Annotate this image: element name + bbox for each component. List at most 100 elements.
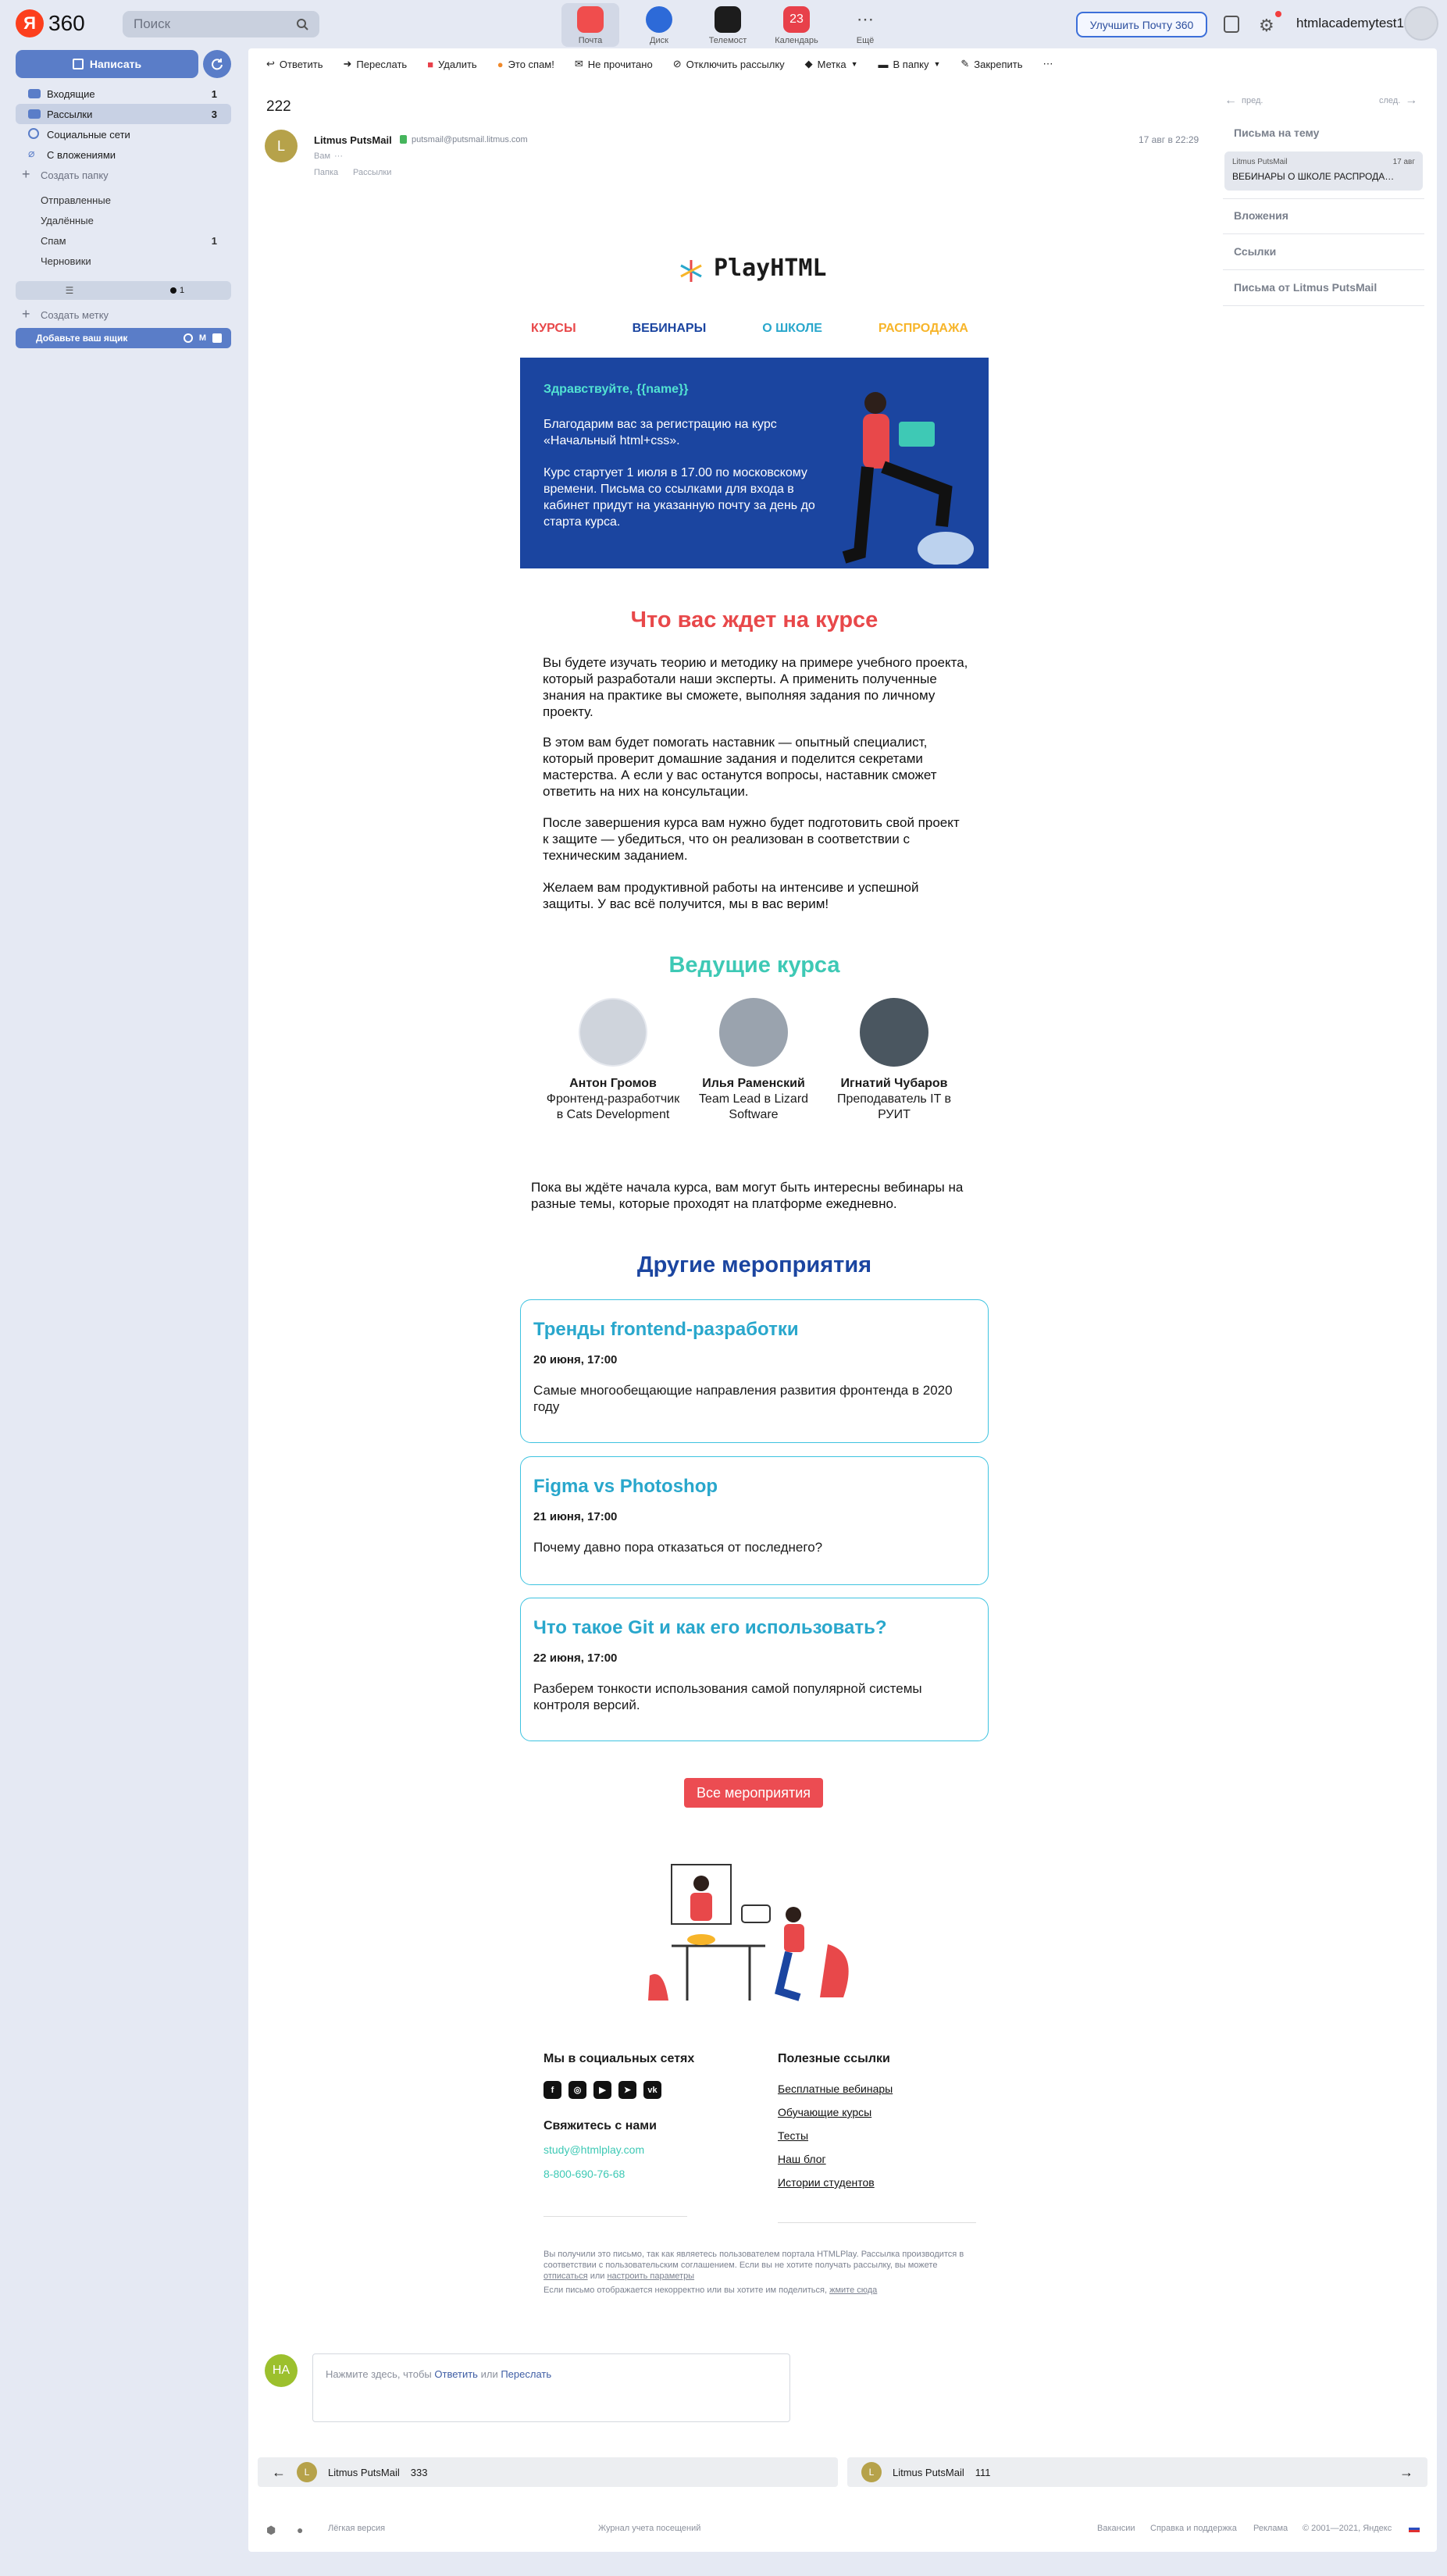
thread-message[interactable]: Litmus PutsMail 17 авг ВЕБИНАРЫ О ШКОЛЕ Р… (1224, 151, 1423, 191)
contact-email[interactable]: study@htmlplay.com (544, 2143, 644, 2156)
instagram-icon[interactable]: ◎ (568, 2081, 586, 2099)
event-title[interactable]: Тренды frontend-разработки (533, 1319, 975, 1341)
telegram-icon[interactable]: ➤ (618, 2081, 636, 2099)
service-disk[interactable]: Диск (630, 3, 688, 47)
menu-sale[interactable]: РАСПРОДАЖА (879, 322, 968, 336)
compose-button[interactable]: Написать (16, 50, 198, 78)
language-flag-icon[interactable] (1409, 2525, 1420, 2532)
event-date: 20 июня, 17:00 (533, 1353, 618, 1366)
prev-message-bar[interactable]: ← L Litmus PutsMail 333 (258, 2457, 838, 2487)
footer-link[interactable]: Истории студентов (778, 2176, 875, 2189)
lead-photo (579, 998, 647, 1067)
events-section-title: Другие мероприятия (636, 1252, 872, 1277)
forward-link[interactable]: Переслать (501, 2368, 551, 2380)
add-mailbox-button[interactable]: Добавьте ваш ящик M (16, 328, 231, 348)
yandex-360-logo[interactable]: Я 360 (16, 9, 85, 37)
folder-spam[interactable]: Спам 1 (16, 230, 231, 251)
light-version-link[interactable]: Лёгкая версия (328, 2524, 385, 2533)
footer-link[interactable]: Тесты (778, 2129, 808, 2142)
list-toggle-icon[interactable]: ☰ (16, 285, 123, 296)
recipient-value[interactable]: ··· (334, 151, 343, 161)
folder-deleted[interactable]: Удалённые (16, 210, 231, 230)
unsubscribe-link[interactable]: отписаться (544, 2271, 588, 2281)
service-telemost[interactable]: Телемост (699, 3, 757, 47)
brand-name[interactable]: PlayHTML (714, 255, 827, 282)
menu-about[interactable]: О ШКОЛЕ (762, 322, 822, 336)
folder-sent[interactable]: Отправленные (16, 190, 231, 210)
toolbar-label: Метка (817, 58, 846, 70)
folder-newsletters[interactable]: Рассылки 3 (16, 104, 231, 124)
email-menu: КУРСЫ ВЕБИНАРЫ О ШКОЛЕ РАСПРОДАЖА (531, 322, 968, 336)
visit-log-link[interactable]: Журнал учета посещений (598, 2524, 700, 2533)
pin-button[interactable]: ✎ Закрепить (961, 58, 1022, 70)
event-card[interactable]: Тренды frontend-разработки 20 июня, 17:0… (520, 1299, 989, 1443)
menu-webinars[interactable]: ВЕБИНАРЫ (633, 322, 707, 336)
paperclip-icon: ⌀ (28, 147, 35, 159)
move-to-folder-button[interactable]: ▬ В папку ▼ (879, 59, 941, 70)
vk-icon[interactable]: vk (643, 2081, 661, 2099)
reply-button[interactable]: ↩ Ответить (266, 58, 323, 70)
event-card[interactable]: Figma vs Photoshop 21 июня, 17:00 Почему… (520, 1456, 989, 1585)
youtube-icon[interactable]: ▶ (593, 2081, 611, 2099)
compose-icon (72, 59, 84, 69)
upgrade-button[interactable]: Улучшить Почту 360 (1076, 12, 1207, 37)
all-events-button[interactable]: Все мероприятия (684, 1778, 823, 1808)
service-mail[interactable]: Почта (561, 3, 619, 47)
footer-link-help[interactable]: Справка и поддержка (1150, 2524, 1237, 2533)
user-avatar[interactable] (1404, 6, 1438, 41)
event-title[interactable]: Что такое Git и как его использовать? (533, 1617, 975, 1639)
folder-social[interactable]: Социальные сети (16, 124, 231, 144)
footer-link[interactable]: Наш блог (778, 2153, 826, 2165)
label-button[interactable]: ◆ Метка ▼ (805, 58, 858, 70)
footer-link[interactable]: Бесплатные вебинары (778, 2083, 893, 2095)
view-online-link[interactable]: жмите сюда (829, 2286, 877, 2295)
prev-message-button[interactable]: ← пред. (1224, 94, 1263, 108)
folder-attachments[interactable]: ⌀ С вложениями (16, 144, 231, 165)
legal-text: Вы получили это письмо, так как являетес… (544, 2250, 964, 2270)
service-label: Календарь (775, 36, 818, 45)
refresh-button[interactable] (203, 50, 231, 78)
next-message-bar[interactable]: L Litmus PutsMail 111 → (847, 2457, 1427, 2487)
next-message-button[interactable]: след. → (1379, 94, 1417, 108)
footer-link-ads[interactable]: Реклама (1253, 2524, 1288, 2533)
lead-role: Team Lead в Lizard Software (698, 1092, 809, 1121)
legal-text: Если письмо отображается некорректно или… (544, 2286, 828, 2295)
mark-unread-button[interactable]: ✉ Не прочитано (575, 58, 653, 70)
sender-avatar[interactable]: L (265, 130, 298, 162)
settings-gear-icon[interactable]: ⚙ (1259, 16, 1274, 36)
event-card[interactable]: Что такое Git и как его использовать? 22… (520, 1598, 989, 1741)
unread-filter[interactable]: 1 (123, 286, 231, 295)
android-icon[interactable]: ⬢ (266, 2524, 276, 2537)
sender-email[interactable]: putsmail@putsmail.litmus.com (412, 135, 528, 144)
search-input[interactable]: Поиск (123, 11, 319, 37)
chevron-down-icon: ▼ (933, 60, 941, 68)
settings-link[interactable]: настроить параметры (607, 2271, 694, 2281)
user-name[interactable]: htmlacademytest1 (1296, 16, 1404, 31)
quick-reply-box[interactable]: Нажмите здесь, чтобы Ответить или Пересл… (312, 2353, 790, 2422)
apple-icon[interactable]: ● (297, 2524, 303, 2536)
menu-courses[interactable]: КУРСЫ (531, 322, 576, 336)
event-title[interactable]: Figma vs Photoshop (533, 1476, 975, 1498)
spam-button[interactable]: ● Это спам! (497, 59, 554, 70)
footer-link[interactable]: Обучающие курсы (778, 2106, 871, 2118)
delete-button[interactable]: ■ Удалить (427, 59, 477, 70)
reply-link[interactable]: Ответить (434, 2368, 478, 2380)
create-folder[interactable]: + Создать папку (16, 165, 231, 185)
contact-phone[interactable]: 8-800-690-76-68 (544, 2168, 625, 2180)
sender-name[interactable]: Litmus PutsMail (314, 134, 392, 146)
folder-value[interactable]: Рассылки (353, 168, 391, 177)
footer-link-jobs[interactable]: Вакансии (1097, 2524, 1135, 2533)
contacts-icon[interactable] (1224, 16, 1239, 33)
links-section[interactable]: Ссылки (1234, 245, 1276, 258)
service-calendar[interactable]: 23 Календарь (768, 3, 825, 47)
forward-button[interactable]: ➜ Переслать (343, 58, 407, 70)
sender-messages-section[interactable]: Письма от Litmus PutsMail (1234, 281, 1377, 294)
folder-inbox[interactable]: Входящие 1 (16, 84, 231, 104)
attachments-section[interactable]: Вложения (1234, 209, 1288, 222)
more-actions-button[interactable]: ⋯ (1043, 58, 1053, 70)
folder-drafts[interactable]: Черновики (16, 251, 231, 271)
service-more[interactable]: ⋯ Ещё (836, 3, 894, 47)
unsubscribe-button[interactable]: ⊘ Отключить рассылку (673, 58, 785, 70)
facebook-icon[interactable]: f (544, 2081, 561, 2099)
create-label[interactable]: + Создать метку (16, 305, 231, 325)
